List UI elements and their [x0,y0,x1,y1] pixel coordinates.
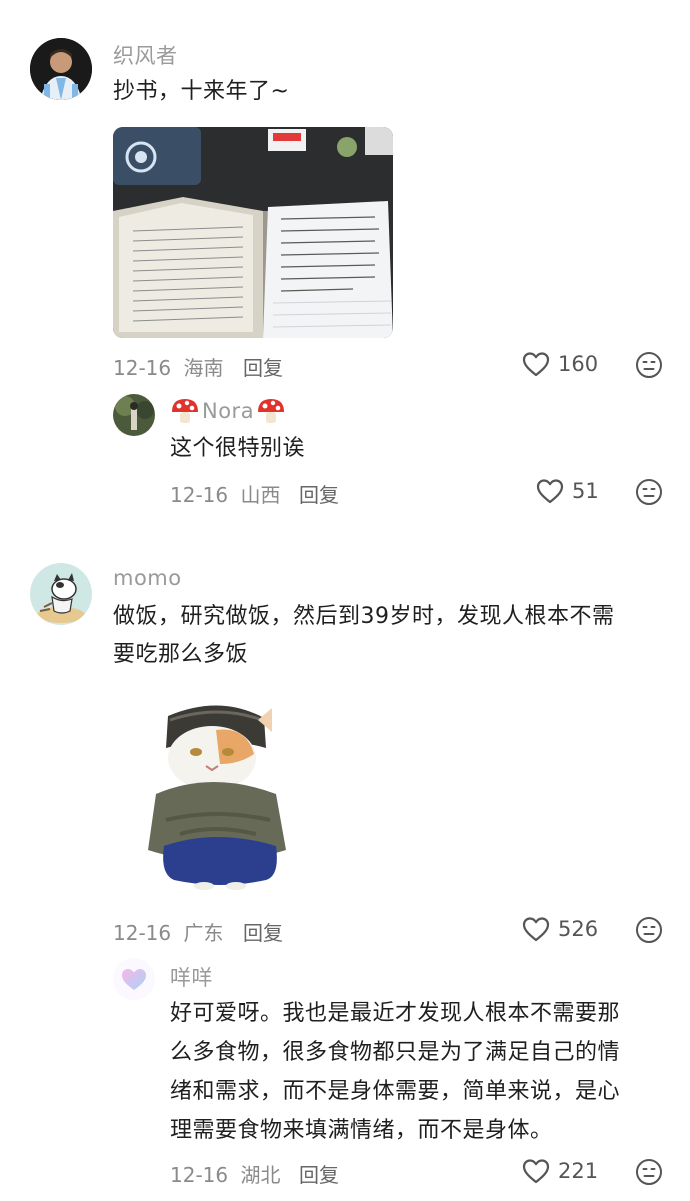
reply-button[interactable]: 回复 [243,917,283,946]
unhappy-face-icon[interactable] [635,1158,663,1186]
like-count: 526 [558,917,599,941]
reply-username[interactable]: 咩咩 [170,962,213,992]
reply-date: 12-16 湖北 [170,1159,280,1188]
reply-text-line-2: 么多食物，很多食物都只是为了满足自己的情 [170,1040,621,1065]
comment-location: 广东 [183,921,224,945]
comment-text-line-2: 要吃那么多饭 [113,642,249,667]
comment-location: 海南 [183,356,224,380]
mushroom-emoji-icon [258,399,285,423]
reply-button[interactable]: 回复 [299,479,339,508]
avatar[interactable] [30,38,92,100]
reply-location: 湖北 [240,1163,281,1187]
comment-date: 12-16 海南 [113,352,223,381]
comment-image-book-copying[interactable] [113,127,393,338]
avatar[interactable] [113,958,155,1000]
comment-sticker-cat[interactable] [140,690,300,900]
like-button[interactable]: 160 [522,351,598,377]
comment-username[interactable]: 织风者 [113,40,178,70]
heart-outline-icon [522,917,550,942]
comment-date-value: 12-16 [113,921,172,945]
reply-text: 这个很特别诶 [170,436,306,461]
heart-outline-icon [522,352,550,377]
comment-username[interactable]: momo [113,566,182,590]
reply-date-value: 12-16 [170,1163,229,1187]
like-count: 51 [572,479,599,503]
reply-button[interactable]: 回复 [299,1159,339,1188]
like-button[interactable]: 51 [536,478,599,504]
mushroom-emoji-icon [172,399,198,423]
reply-text-line-3: 绪和需求，而不是身体需要，简单来说，是心 [170,1079,621,1104]
comment-date-value: 12-16 [113,356,172,380]
reply-date-value: 12-16 [170,483,229,507]
reply-location: 山西 [240,483,281,507]
heart-outline-icon [536,479,564,504]
reply-text-line-4: 理需要食物来填满情绪，而不是身体。 [170,1118,553,1143]
reply-date: 12-16 山西 [170,479,280,508]
reply-username[interactable]: Nora [170,397,286,425]
comment-date: 12-16 广东 [113,917,223,946]
like-count: 221 [558,1159,599,1183]
like-count: 160 [558,352,599,376]
reply-button[interactable]: 回复 [243,352,283,381]
reply-text-line-1: 好可爱呀。我也是最近才发现人根本不需要那 [170,1001,621,1026]
avatar[interactable] [113,394,155,436]
heart-outline-icon [522,1159,550,1184]
avatar[interactable] [30,563,92,625]
reply-username-text: Nora [202,399,255,423]
like-button[interactable]: 221 [522,1158,598,1184]
comment-text: 抄书，十来年了~ [113,79,290,104]
unhappy-face-icon[interactable] [635,916,663,944]
unhappy-face-icon[interactable] [635,351,663,379]
comment-text-line-1: 做饭，研究做饭，然后到39岁时，发现人根本不需 [113,604,615,629]
like-button[interactable]: 526 [522,916,598,942]
unhappy-face-icon[interactable] [635,478,663,506]
